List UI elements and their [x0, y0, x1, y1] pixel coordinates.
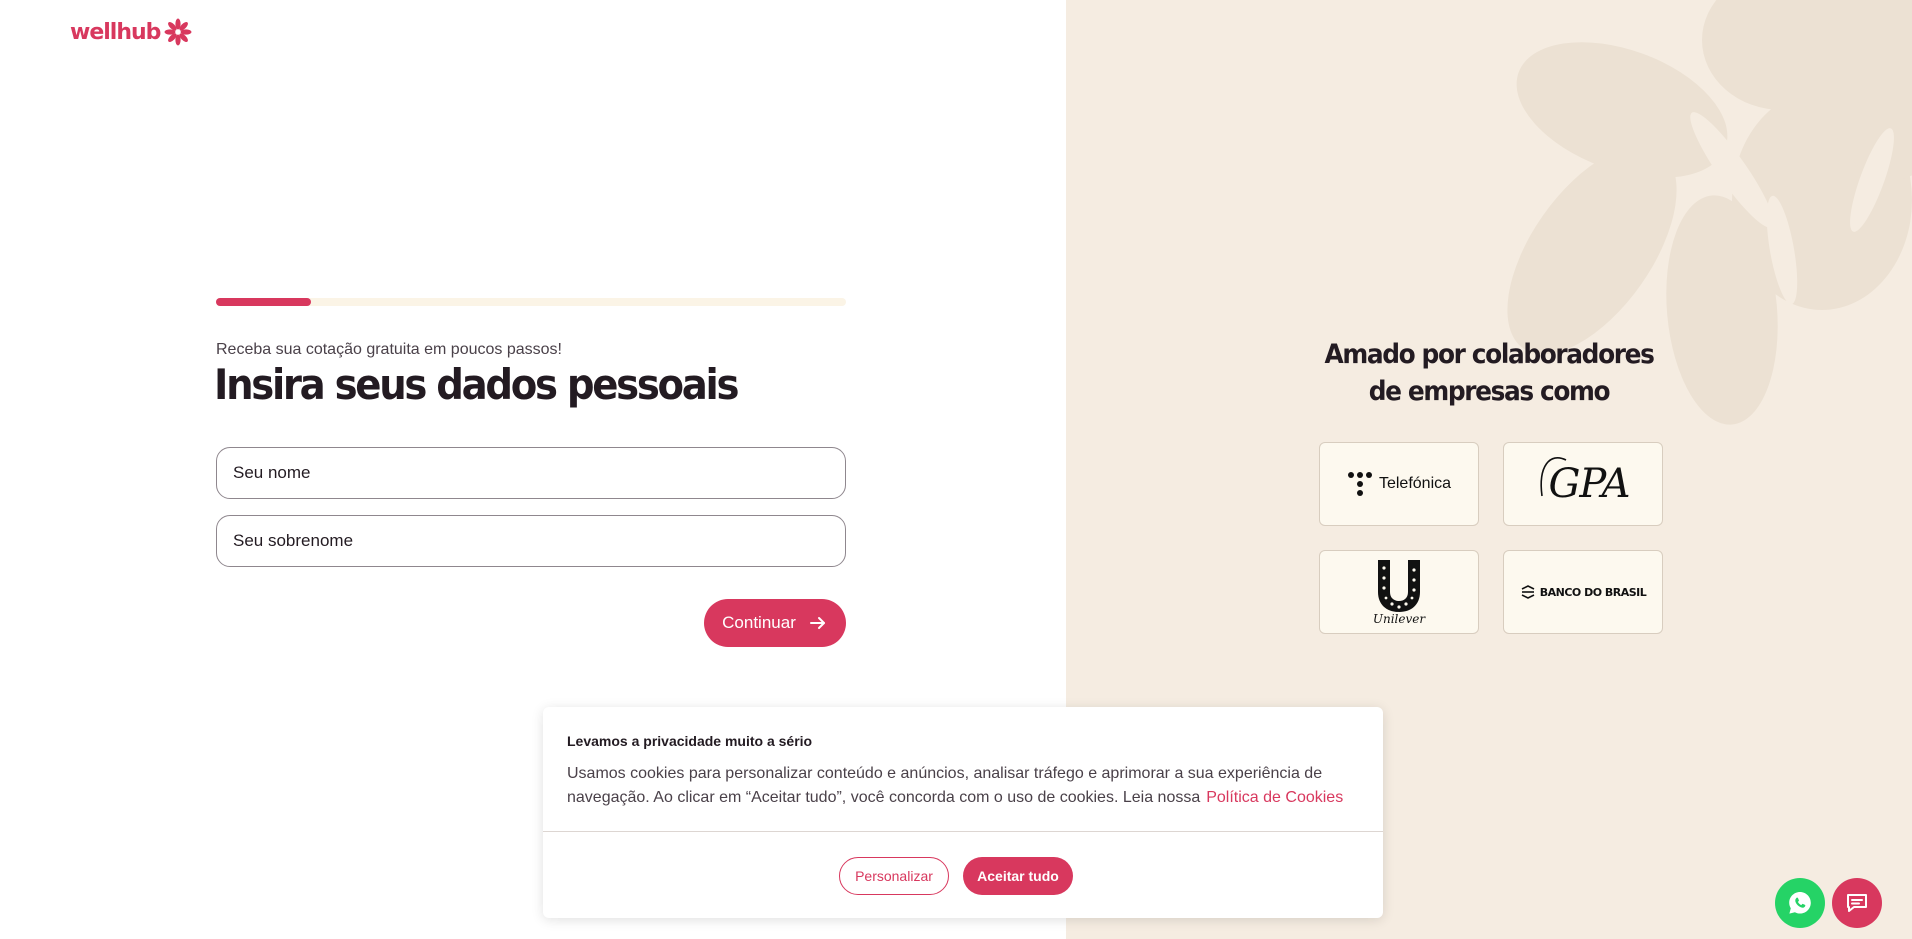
personalize-button[interactable]: Personalizar	[839, 857, 949, 895]
cookie-banner-title: Levamos a privacidade muito a sério	[567, 733, 813, 749]
continue-button[interactable]: Continuar	[704, 599, 846, 647]
chat-button[interactable]	[1832, 878, 1882, 928]
banco-do-brasil-icon	[1521, 585, 1535, 599]
telefonica-logo-text: Telefónica	[1378, 475, 1452, 492]
logo-wordmark: wellhub	[70, 19, 161, 45]
unilever-u-icon	[1378, 560, 1420, 612]
first-name-field	[216, 447, 846, 499]
cookie-policy-link[interactable]: Política de Cookies	[1206, 789, 1343, 806]
whatsapp-button[interactable]	[1775, 878, 1825, 928]
company-logo-banco-do-brasil: BANCO DO BRASIL	[1503, 550, 1663, 634]
company-logo-telefonica: Telefónica	[1319, 442, 1479, 526]
first-name-input[interactable]	[217, 448, 845, 498]
continue-button-label: Continuar	[722, 613, 796, 632]
last-name-input[interactable]	[217, 516, 845, 566]
company-logo-unilever: Unilever	[1319, 550, 1479, 634]
banco-do-brasil-logo-text: BANCO DO BRASIL	[1539, 585, 1647, 599]
unilever-logo-text: Unilever	[1372, 612, 1426, 626]
form-subtitle: Receba sua cotação gratuita em poucos pa…	[216, 341, 562, 358]
gpa-logo-text: GPA	[1548, 461, 1630, 507]
chat-icon	[1847, 894, 1867, 912]
last-name-field	[216, 515, 846, 567]
whatsapp-icon	[1789, 892, 1811, 914]
cookie-banner: Levamos a privacidade muito a sério Usam…	[543, 707, 1383, 918]
companies-title: Amado por colaboradores de empresas como	[1324, 339, 1654, 407]
progress-bar-fill	[216, 298, 311, 306]
cookie-banner-divider	[543, 831, 1383, 832]
telefonica-dots-icon	[1347, 472, 1372, 496]
wellhub-flower-icon	[164, 18, 192, 46]
accept-all-button[interactable]: Aceitar tudo	[963, 857, 1073, 895]
page-title: Insira seus dados pessoais	[214, 360, 740, 409]
cookie-banner-text: Usamos cookies para personalizar conteúd…	[567, 762, 1367, 810]
progress-bar	[216, 298, 846, 306]
arrow-right-icon	[809, 617, 825, 629]
company-logo-gpa: GPA	[1503, 442, 1663, 526]
wellhub-logo[interactable]: wellhub	[70, 18, 192, 46]
